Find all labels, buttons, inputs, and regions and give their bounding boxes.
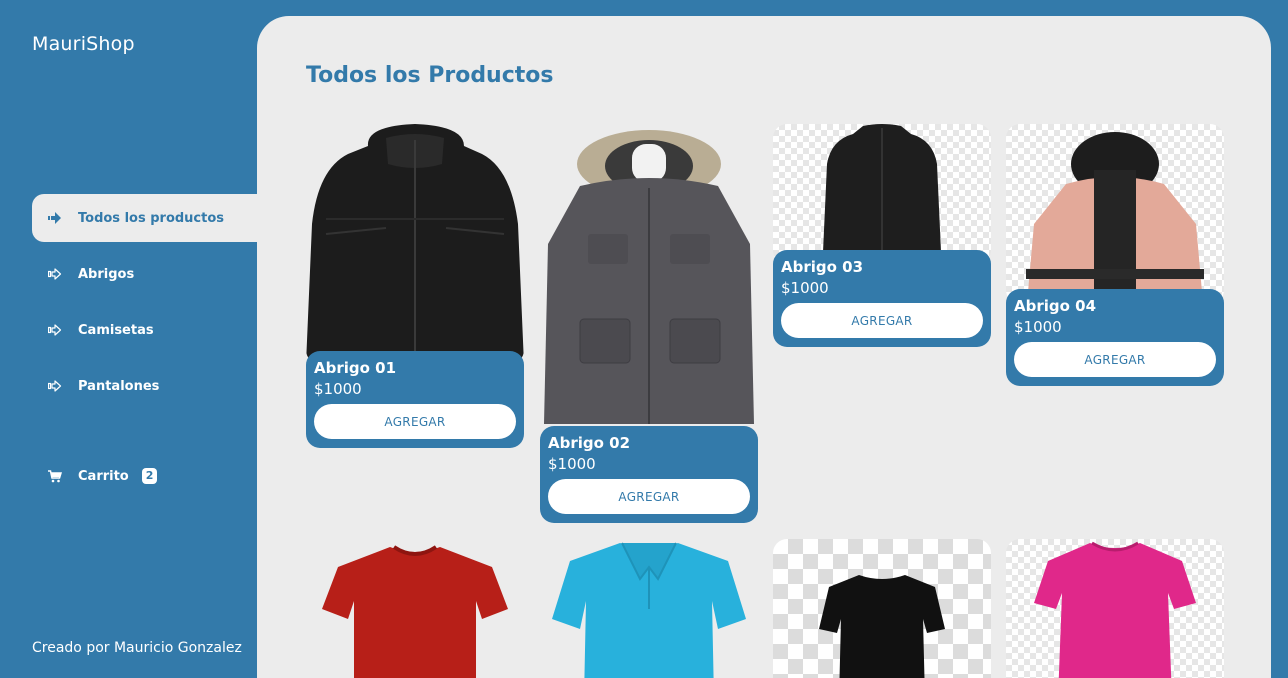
product-name: Abrigo 02 [548,434,631,452]
product-image [773,124,991,264]
nav-item-camisetas[interactable]: Camisetas [32,306,257,354]
product-image [1006,539,1224,678]
nav-item-carrito[interactable]: Carrito 2 [32,452,257,500]
add-to-cart-button[interactable]: AGREGAR [781,303,983,338]
product-name: Abrigo 01 [314,359,397,377]
brand-logo[interactable]: MauriShop [32,33,135,55]
product-price: $1000 [314,380,362,398]
footer-credit: Creado por Mauricio Gonzalez [32,640,242,656]
product-image [1006,124,1224,304]
nav-item-label: Todos los productos [78,210,225,226]
product-info: Abrigo 03 $1000 AGREGAR [773,250,991,347]
nav-item-abrigos[interactable]: Abrigos [32,250,257,298]
product-name: Abrigo 04 [1014,297,1097,315]
nav-item-label: Abrigos [78,266,135,282]
product-image [306,124,524,364]
product-info: Abrigo 01 $1000 AGREGAR [306,351,524,448]
product-info: Abrigo 04 $1000 AGREGAR [1006,289,1224,386]
product-image [306,539,524,678]
add-to-cart-button[interactable]: AGREGAR [314,404,516,439]
arrow-right-icon [48,323,62,337]
product-price: $1000 [548,455,596,473]
nav-item-todos[interactable]: Todos los productos [32,194,257,242]
product-price: $1000 [1014,318,1062,336]
cart-label: Carrito [78,468,129,484]
product-image [540,124,758,439]
arrow-right-icon [48,267,62,281]
product-price: $1000 [781,279,829,297]
nav-item-label: Camisetas [78,322,154,338]
product-image [540,539,758,678]
product-image [773,539,991,678]
nav-item-pantalones[interactable]: Pantalones [32,362,257,410]
product-name: Abrigo 03 [781,258,864,276]
product-info: Abrigo 02 $1000 AGREGAR [540,426,758,523]
arrow-right-icon [48,379,62,393]
cart-count-badge: 2 [141,468,158,484]
cart-icon [48,469,62,483]
add-to-cart-button[interactable]: AGREGAR [548,479,750,514]
add-to-cart-button[interactable]: AGREGAR [1014,342,1216,377]
main-panel: Todos los Productos Abrigo 01 $1000 AGRE… [257,16,1271,678]
nav-item-label: Pantalones [78,378,160,394]
page-title: Todos los Productos [306,63,554,88]
arrow-right-icon [48,211,62,225]
